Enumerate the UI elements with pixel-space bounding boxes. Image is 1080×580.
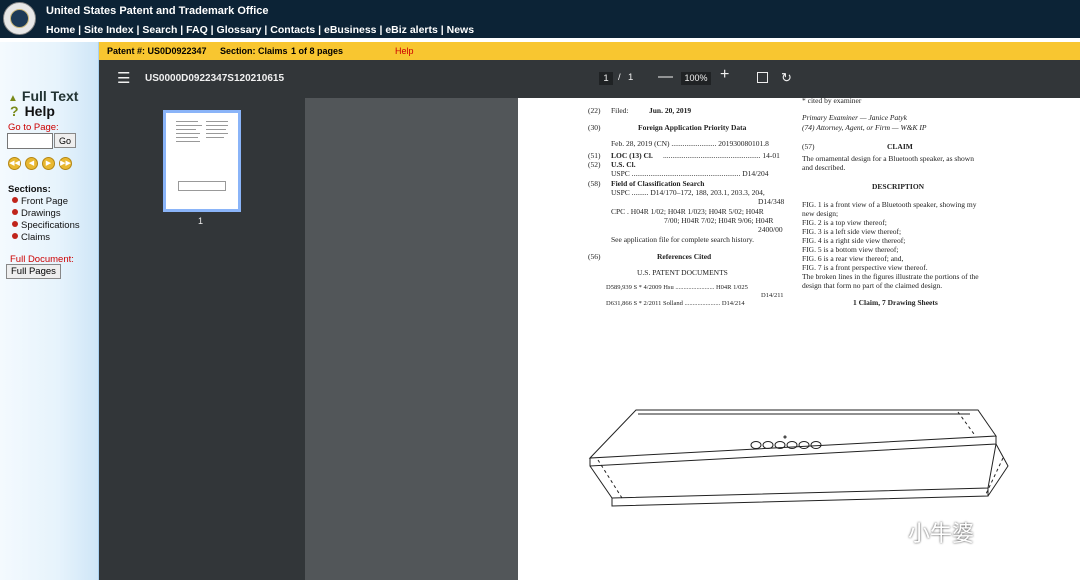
- help-link[interactable]: Help: [395, 46, 414, 56]
- nav-search[interactable]: Search: [142, 24, 177, 36]
- current-page-input[interactable]: 1: [599, 72, 613, 85]
- previous-page-icon[interactable]: ◀: [25, 157, 38, 170]
- pdf-filename: US0000D0922347S120210615: [145, 73, 285, 84]
- speaker-drawing: [588, 409, 1009, 507]
- page-separator: /: [618, 72, 621, 83]
- nav-faq[interactable]: FAQ: [186, 24, 208, 36]
- patent-info-bar: Patent #: US0D0922347 Section: Claims 1 …: [99, 42, 1080, 60]
- last-page-icon[interactable]: ▶▶: [59, 157, 72, 170]
- desc-line-7: FIG. 6 is a rear view thereof; and,: [802, 254, 904, 263]
- us-patent-docs-title: U.S. PATENT DOCUMENTS: [637, 268, 728, 277]
- field-line-1: USPC ......... D14/170–172, 188, 203.1, …: [611, 188, 765, 197]
- loc-num: (51): [588, 151, 601, 160]
- uspc-row: USPC ...................................…: [611, 169, 769, 178]
- refs-title: References Cited: [657, 252, 712, 261]
- uspto-header: United States Patent and Trademark Offic…: [0, 0, 1080, 38]
- reference-1-sub: D14/211: [761, 292, 784, 299]
- attorney: (74) Attorney, Agent, or Firm — W&K IP: [802, 123, 927, 132]
- hamburger-menu-icon[interactable]: ☰: [117, 71, 130, 86]
- nav-news[interactable]: News: [447, 24, 474, 36]
- desc-line-5: FIG. 4 is a right side view thereof;: [802, 236, 906, 245]
- field-line-4: 7/00; H04R 7/02; H04R 9/06; H04R: [664, 216, 774, 225]
- primary-examiner: Primary Examiner — Janice Patyk: [802, 113, 907, 122]
- go-button[interactable]: Go: [54, 133, 76, 148]
- priority-num: (30): [588, 123, 601, 132]
- uspto-seal-logo: [3, 2, 36, 35]
- first-page-icon[interactable]: ◀◀: [8, 157, 21, 170]
- desc-line-6: FIG. 5 is a bottom view thereof;: [802, 245, 899, 254]
- cited-by-examiner: * cited by examiner: [802, 96, 862, 105]
- full-text-link[interactable]: ▲ Full Text: [8, 88, 78, 104]
- field-line-5: 2400/00: [758, 225, 783, 234]
- field-line-2: D14/348: [758, 197, 785, 206]
- fit-page-icon[interactable]: [757, 72, 768, 83]
- field-title: Field of Classification Search: [611, 179, 705, 188]
- field-num: (58): [588, 179, 601, 188]
- section-name: Section: Claims: [220, 46, 288, 56]
- page-number-input[interactable]: [7, 133, 53, 149]
- section-drawings[interactable]: Drawings: [12, 208, 61, 219]
- sheets-summary: 1 Claim, 7 Drawing Sheets: [853, 298, 938, 307]
- org-title: United States Patent and Trademark Offic…: [46, 5, 269, 17]
- filed-num: (22): [588, 106, 601, 115]
- total-pages: 1: [628, 72, 634, 83]
- page-thumbnail[interactable]: [163, 110, 241, 212]
- nav-ebusiness[interactable]: eBusiness: [324, 24, 377, 36]
- filed-date: Jun. 20, 2019: [649, 106, 692, 115]
- rotate-icon[interactable]: ↻: [781, 70, 792, 86]
- claim-line-1: The ornamental design for a Bluetooth sp…: [802, 154, 974, 163]
- desc-line-1: FIG. 1 is a front view of a Bluetooth sp…: [802, 200, 977, 209]
- help-sidebar-link[interactable]: ? Help: [10, 103, 55, 119]
- loc-value: ........................................…: [663, 151, 780, 160]
- description-title: DESCRIPTION: [872, 182, 925, 191]
- desc-line-8: FIG. 7 is a front perspective view there…: [802, 263, 928, 272]
- section-specifications[interactable]: Specifications: [12, 220, 80, 231]
- claim-title: CLAIM: [887, 142, 913, 151]
- uscl-label: U.S. Cl.: [611, 160, 636, 169]
- full-pages-button[interactable]: Full Pages: [6, 264, 61, 279]
- field-line-3: CPC . H04R 1/02; H04R 1/023; H04R 5/02; …: [611, 207, 764, 216]
- thumbnail-page-number: 1: [198, 216, 204, 226]
- sections-label: Sections:: [8, 184, 51, 195]
- patent-number: Patent #: US0D0922347: [107, 46, 207, 56]
- desc-line-9: The broken lines in the figures illustra…: [802, 272, 979, 281]
- watermark: 小牛婆: [908, 522, 975, 547]
- desc-line-2: new design;: [802, 209, 839, 218]
- claim-line-2: and described.: [802, 163, 846, 172]
- section-claims[interactable]: Claims: [12, 232, 50, 243]
- zoom-out-icon[interactable]: —: [658, 68, 673, 85]
- question-icon: ?: [10, 103, 19, 119]
- page-count: 1 of 8 pages: [291, 46, 344, 56]
- zoom-in-icon[interactable]: +: [720, 66, 729, 84]
- next-page-icon[interactable]: ▶: [42, 157, 55, 170]
- uscl-num: (52): [588, 160, 601, 169]
- pdf-toolbar: ☰ US0000D0922347S120210615 1 / 1 — 100% …: [99, 60, 1080, 98]
- nav-ebiz-alerts[interactable]: eBiz alerts: [385, 24, 438, 36]
- loc-label: LOC (13) Cl.: [611, 151, 653, 160]
- desc-line-4: FIG. 3 is a left side view thereof;: [802, 227, 902, 236]
- priority-title: Foreign Application Priority Data: [638, 123, 747, 132]
- field-line-6: See application file for complete search…: [611, 235, 755, 244]
- nav-contacts[interactable]: Contacts: [270, 24, 315, 36]
- go-to-page-label: Go to Page:: [8, 122, 59, 133]
- reference-2: D631,866 S * 2/2011 Solland ............…: [606, 300, 745, 307]
- desc-line-10: design that form no part of the claimed …: [802, 281, 943, 290]
- sidebar: ▲ Full Text ? Help Go to Page: Go ◀◀ ◀ ▶ ▶…: [0, 42, 99, 580]
- zoom-level[interactable]: 100%: [681, 72, 711, 85]
- filed-label: Filed:: [611, 106, 629, 115]
- section-front-page[interactable]: Front Page: [12, 196, 68, 207]
- top-nav: Home | Site Index | Search | FAQ | Gloss…: [46, 24, 475, 36]
- claim-num: (57): [802, 142, 815, 151]
- nav-site-index[interactable]: Site Index: [84, 24, 134, 36]
- nav-glossary[interactable]: Glossary: [217, 24, 262, 36]
- patent-page: (22) Filed: Jun. 20, 2019 (30) Foreign A…: [518, 96, 1080, 580]
- desc-line-3: FIG. 2 is a top view thereof;: [802, 218, 887, 227]
- nav-home[interactable]: Home: [46, 24, 75, 36]
- refs-num: (56): [588, 252, 601, 261]
- thumbnail-pane: 1: [99, 98, 305, 580]
- reference-1: D589,939 S * 4/2009 Hsu ................…: [606, 284, 748, 291]
- pdf-canvas: (22) Filed: Jun. 20, 2019 (30) Foreign A…: [305, 96, 1080, 580]
- priority-row: Feb. 28, 2019 (CN) .....................…: [611, 139, 769, 148]
